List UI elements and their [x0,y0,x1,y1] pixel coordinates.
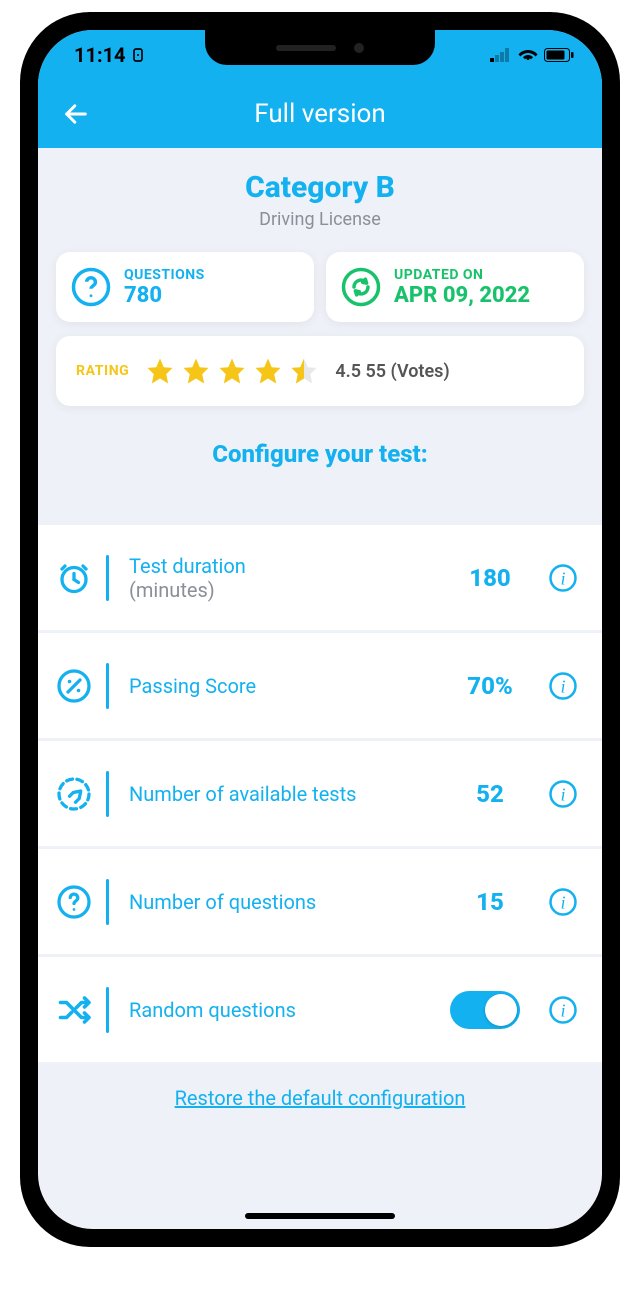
row-divider [106,555,109,601]
status-time: 11:14 [74,43,126,67]
header-title: Full version [254,99,385,129]
config-row-num-questions[interactable]: Number of questions 15 i [38,846,602,954]
notch [205,30,435,65]
row-label: Number of questions [129,890,446,914]
arrow-left-icon [62,100,90,128]
row-label: Random questions [129,998,436,1022]
info-button[interactable]: i [548,563,578,593]
info-button[interactable]: i [548,671,578,701]
row-sublabel: (minutes) [129,578,446,602]
phone-frame: 11:14 Full version Category B Driving Li… [20,12,620,1247]
updated-card: UPDATED ON APR 09, 2022 [326,252,584,322]
question-circle-icon [70,266,112,308]
row-label: Passing Score [129,674,446,698]
category-subtitle: Driving License [56,209,584,230]
row-label: Number of available tests [129,782,446,806]
info-button[interactable]: i [548,995,578,1025]
config-list: Test duration (minutes) 180 i Passing Sc… [38,522,602,1062]
question-circle-icon [56,884,92,920]
portrait-lock-icon [130,47,146,63]
updated-value: APR 09, 2022 [394,283,530,308]
config-row-available-tests[interactable]: Number of available tests 52 i [38,738,602,846]
row-value: 15 [460,888,520,916]
target-icon [56,776,92,812]
category-title: Category B [56,170,584,205]
shuffle-icon [56,992,92,1028]
clock-icon [56,560,92,596]
rating-label: RATING [76,363,129,379]
svg-text:i: i [561,676,566,696]
questions-value: 780 [124,283,205,308]
row-value: 180 [460,564,520,592]
config-row-passing-score[interactable]: Passing Score 70% i [38,630,602,738]
config-row-duration[interactable]: Test duration (minutes) 180 i [38,522,602,630]
config-row-random[interactable]: Random questions i [38,954,602,1062]
star-icon [253,356,283,386]
row-divider [106,663,109,709]
back-button[interactable] [56,94,96,134]
category-block: Category B Driving License [56,170,584,230]
row-divider [106,771,109,817]
info-button[interactable]: i [548,887,578,917]
wifi-icon [518,48,538,62]
app-header: Full version [38,80,602,148]
rating-card: RATING 4.5 55 (Votes) [56,336,584,406]
phone-screen: 11:14 Full version Category B Driving Li… [38,30,602,1229]
svg-text:i: i [561,568,566,588]
random-toggle[interactable] [450,991,520,1029]
row-value: 70% [460,672,520,700]
questions-card: QUESTIONS 780 [56,252,314,322]
info-button[interactable]: i [548,779,578,809]
battery-icon [544,48,574,62]
home-indicator[interactable] [245,1213,395,1219]
rating-text: 4.5 55 (Votes) [335,361,449,382]
star-icon [145,356,175,386]
cellular-icon [490,48,512,62]
configure-title: Configure your test: [56,440,584,468]
svg-text:i: i [561,892,566,912]
updated-label: UPDATED ON [394,267,530,283]
row-divider [106,987,109,1033]
star-half-icon [289,356,319,386]
svg-text:i: i [561,784,566,804]
rating-stars [145,356,319,386]
row-value: 52 [460,780,520,808]
restore-defaults-link[interactable]: Restore the default configuration [56,1086,584,1110]
star-icon [217,356,247,386]
percent-icon [56,668,92,704]
refresh-icon [340,266,382,308]
questions-label: QUESTIONS [124,267,205,283]
row-divider [106,879,109,925]
star-icon [181,356,211,386]
row-label: Test duration [129,554,446,578]
svg-text:i: i [561,1000,566,1020]
